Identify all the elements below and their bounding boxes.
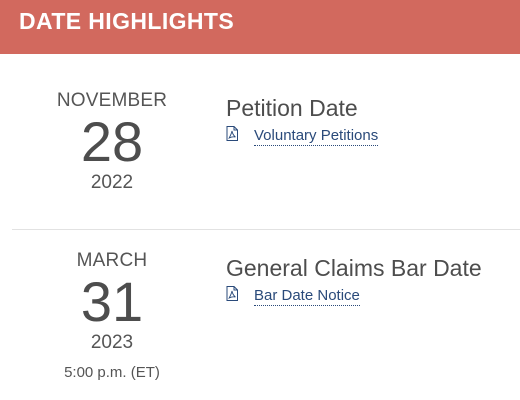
voluntary-petitions-link[interactable]: Voluntary Petitions	[226, 126, 379, 146]
date-month: NOVEMBER	[56, 90, 168, 111]
date-year: 2023	[90, 332, 134, 353]
entry-divider	[12, 229, 520, 230]
date-day: 31	[80, 270, 144, 333]
date-month: MARCH	[76, 250, 148, 271]
event-info: Petition Date Voluntary Petitions	[226, 95, 379, 146]
date-time: 5:00 p.m. (ET)	[64, 364, 160, 381]
date-day: 28	[80, 110, 144, 173]
date-highlights-header: DATE HIGHLIGHTS	[0, 0, 520, 54]
date-year: 2022	[90, 172, 134, 193]
link-label[interactable]: Bar Date Notice	[254, 287, 360, 306]
bar-date-notice-link[interactable]: Bar Date Notice	[226, 286, 482, 306]
pdf-icon	[226, 126, 238, 141]
link-label[interactable]: Voluntary Petitions	[254, 127, 379, 146]
event-info: General Claims Bar Date Bar Date Notice	[226, 255, 482, 306]
date-block: MARCH 31 2023 5:00 p.m. (ET)	[42, 250, 182, 382]
date-block: NOVEMBER 28 2022	[42, 90, 182, 194]
section-title: DATE HIGHLIGHTS	[19, 8, 235, 34]
event-title: General Claims Bar Date	[226, 255, 482, 281]
event-title: Petition Date	[226, 95, 358, 121]
pdf-icon	[226, 286, 238, 301]
